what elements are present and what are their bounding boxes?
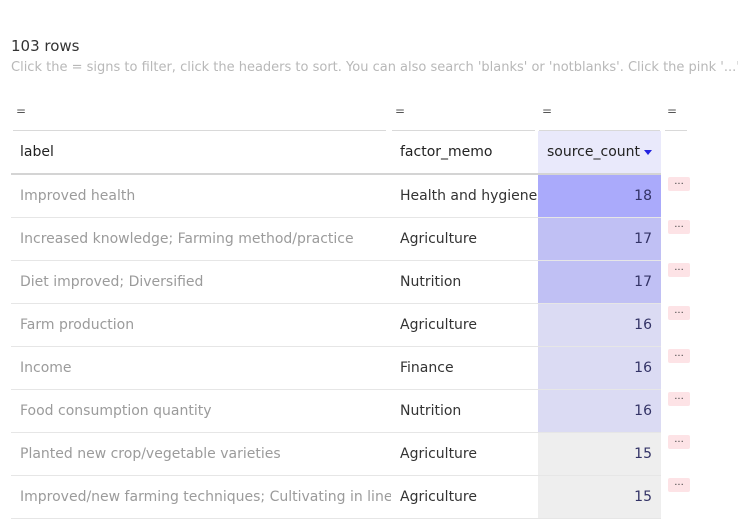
filter-underline xyxy=(665,130,687,131)
cell-source-count: 15 xyxy=(538,475,661,519)
cell-factor-memo: Agriculture xyxy=(391,217,538,261)
filter-factor-memo-toggle[interactable]: = xyxy=(395,104,409,118)
cell-factor-memo: Agriculture xyxy=(391,432,538,476)
cell-label: Improved/new farming techniques; Cultiva… xyxy=(11,475,391,519)
cell-label: Diet improved; Diversified xyxy=(11,260,391,304)
cell-factor-memo: Agriculture xyxy=(391,475,538,519)
cell-label: Farm production xyxy=(11,303,391,347)
cell-label: Improved health xyxy=(11,174,391,218)
cell-source-count: 16 xyxy=(538,346,661,390)
row-actions-button[interactable]: ... xyxy=(668,435,690,449)
row-actions-button[interactable]: ... xyxy=(668,478,690,492)
header-source-count[interactable]: source_count xyxy=(538,131,661,175)
header-row: label factor_memo source_count xyxy=(11,131,661,175)
table-row: Food consumption quantity Nutrition 16 xyxy=(11,389,661,433)
cell-label: Food consumption quantity xyxy=(11,389,391,433)
filter-source-count-toggle[interactable]: = xyxy=(542,104,556,118)
table-row: Diet improved; Diversified Nutrition 17 xyxy=(11,260,661,304)
filter-label-toggle[interactable]: = xyxy=(16,104,30,118)
cell-factor-memo: Nutrition xyxy=(391,389,538,433)
cell-factor-memo: Nutrition xyxy=(391,260,538,304)
row-actions-button[interactable]: ... xyxy=(668,220,690,234)
sort-descending-icon xyxy=(644,149,652,155)
row-actions-button[interactable]: ... xyxy=(668,263,690,277)
cell-label: Income xyxy=(11,346,391,390)
header-label[interactable]: label xyxy=(11,131,391,175)
cell-source-count: 16 xyxy=(538,389,661,433)
cell-label: Planted new crop/vegetable varieties xyxy=(11,432,391,476)
cell-source-count: 18 xyxy=(538,174,661,218)
cell-factor-memo: Health and hygiene xyxy=(391,174,538,218)
cell-factor-memo: Finance xyxy=(391,346,538,390)
row-actions-button[interactable]: ... xyxy=(668,349,690,363)
cell-source-count: 17 xyxy=(538,260,661,304)
help-text: Click the = signs to filter, click the h… xyxy=(11,60,738,75)
table-row: Improved/new farming techniques; Cultiva… xyxy=(11,475,661,519)
row-actions-button[interactable]: ... xyxy=(668,392,690,406)
cell-source-count: 15 xyxy=(538,432,661,476)
table-row: Improved health Health and hygiene 18 xyxy=(11,174,661,218)
cell-source-count: 17 xyxy=(538,217,661,261)
table-row: Farm production Agriculture 16 xyxy=(11,303,661,347)
header-label-text: label xyxy=(20,144,54,160)
cell-label: Increased knowledge; Farming method/prac… xyxy=(11,217,391,261)
header-factor-memo[interactable]: factor_memo xyxy=(391,131,538,175)
row-count: 103 rows xyxy=(11,37,80,55)
table-row: Planted new crop/vegetable varieties Agri… xyxy=(11,432,661,476)
table-row: Income Finance 16 xyxy=(11,346,661,390)
cell-factor-memo: Agriculture xyxy=(391,303,538,347)
cell-source-count: 16 xyxy=(538,303,661,347)
filter-actions-toggle[interactable]: = xyxy=(667,104,681,118)
table-view: 103 rows Click the = signs to filter, cl… xyxy=(0,0,738,532)
row-actions-button[interactable]: ... xyxy=(668,306,690,320)
data-table: label factor_memo source_count Improved … xyxy=(11,131,661,519)
table-row: Increased knowledge; Farming method/prac… xyxy=(11,217,661,261)
header-source-count-text: source_count xyxy=(547,144,640,160)
header-factor-memo-text: factor_memo xyxy=(400,144,493,160)
row-actions-button[interactable]: ... xyxy=(668,177,690,191)
